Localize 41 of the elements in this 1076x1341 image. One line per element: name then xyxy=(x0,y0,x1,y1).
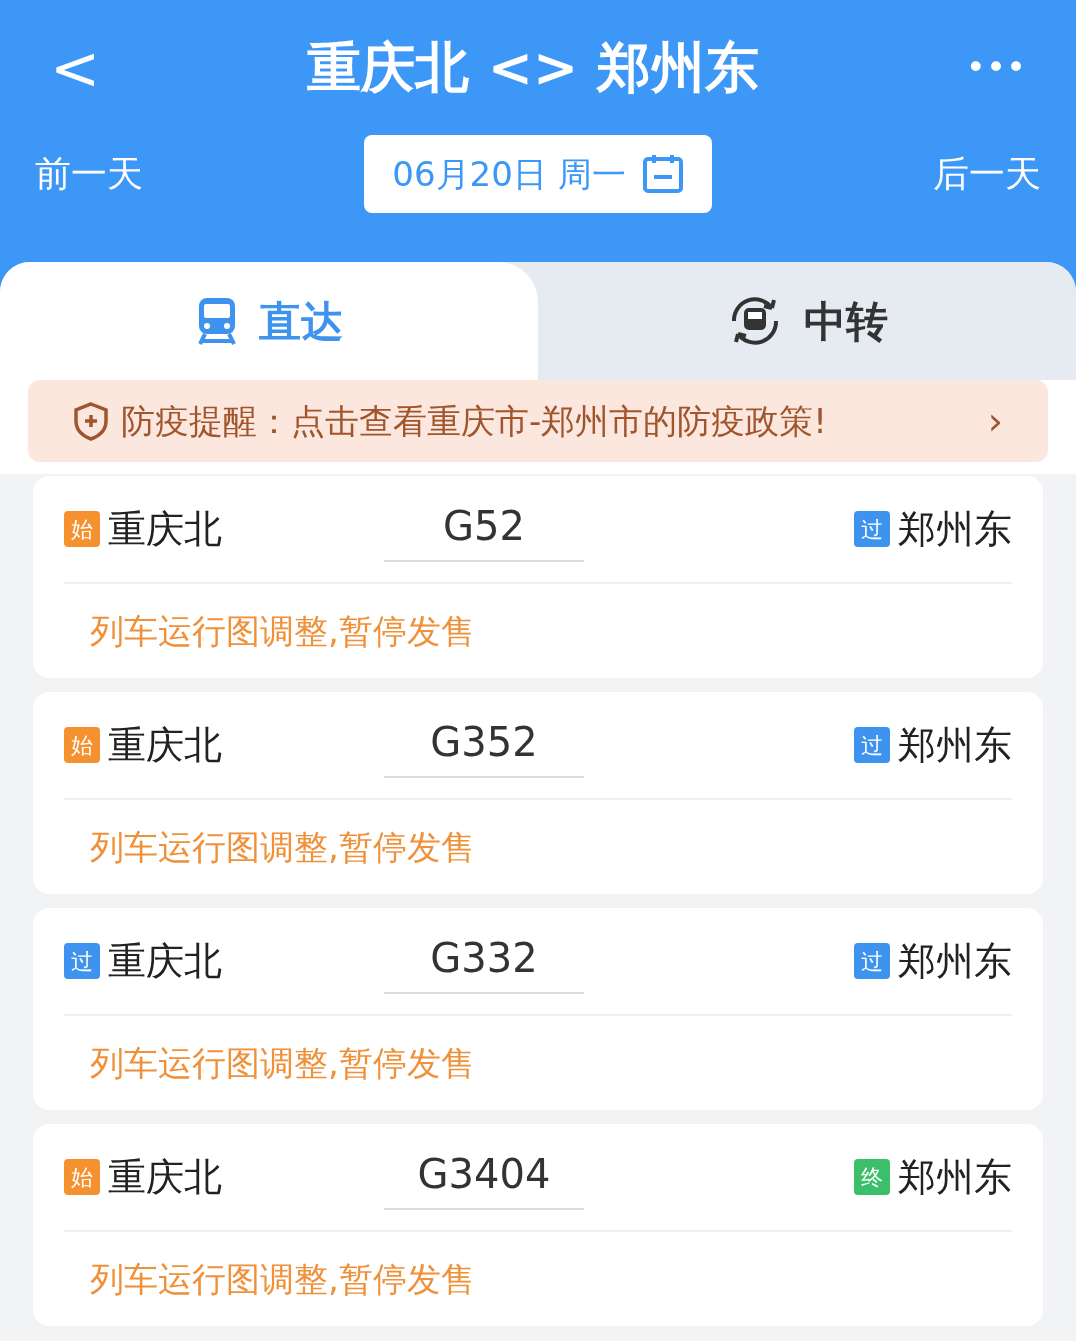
status-text: 列车运行图调整,暂停发售 xyxy=(90,1257,475,1301)
station-badge: 始 xyxy=(64,727,100,763)
shield-icon xyxy=(73,401,109,441)
station-badge: 始 xyxy=(64,1159,100,1195)
notice-text: 防疫提醒：点击查看重庆市-郑州市的防疫政策! xyxy=(121,399,828,443)
station-badge: 终 xyxy=(854,1159,890,1195)
station-badge: 始 xyxy=(64,511,100,547)
station-badge: 过 xyxy=(854,727,890,763)
calendar-icon xyxy=(641,153,684,195)
status-text: 列车运行图调整,暂停发售 xyxy=(90,609,475,653)
status-text: 列车运行图调整,暂停发售 xyxy=(90,825,475,869)
status-text: 列车运行图调整,暂停发售 xyxy=(90,1041,475,1085)
arrival-station: 郑州东 xyxy=(898,1153,1012,1201)
more-button[interactable]: ••• xyxy=(956,42,1026,93)
station-badge: 过 xyxy=(854,511,890,547)
station-badge: 过 xyxy=(854,943,890,979)
arrival-station: 郑州东 xyxy=(898,505,1012,553)
departure-station: 重庆北 xyxy=(108,937,222,985)
next-day-link[interactable]: 后一天 xyxy=(933,147,1041,201)
arrival-station: 郑州东 xyxy=(898,721,1012,769)
station-badge: 过 xyxy=(64,943,100,979)
arrival-station: 郑州东 xyxy=(898,937,1012,985)
train-card[interactable]: 始 重庆北 G352 过 郑州东 列车运行图调整,暂停发售 xyxy=(33,692,1043,894)
departure-station: 重庆北 xyxy=(108,505,222,553)
date-picker[interactable]: 06月20日 周一 xyxy=(364,135,712,213)
departure-station: 重庆北 xyxy=(108,721,222,769)
train-number: G352 xyxy=(384,712,584,778)
departure-station: 重庆北 xyxy=(108,1153,222,1201)
notice-banner[interactable]: 防疫提醒：点击查看重庆市-郑州市的防疫政策! › xyxy=(28,380,1048,462)
date-text: 06月20日 周一 xyxy=(392,152,626,196)
tab[interactable]: 直达 xyxy=(0,262,538,380)
train-number: G52 xyxy=(384,496,584,562)
previous-day-link[interactable]: 前一天 xyxy=(35,147,143,201)
train-card[interactable]: 过 重庆北 G332 过 郑州东 列车运行图调整,暂停发售 xyxy=(33,908,1043,1110)
train-card[interactable]: 始 重庆北 G52 过 郑州东 列车运行图调整,暂停发售 xyxy=(33,476,1043,678)
back-button[interactable]: < xyxy=(50,22,110,113)
train-number: G332 xyxy=(384,928,584,994)
page-title: 重庆北 <> 郑州东 xyxy=(306,35,760,101)
train-number: G3404 xyxy=(384,1144,584,1210)
train-card[interactable]: 始 重庆北 G3404 终 郑州东 列车运行图调整,暂停发售 xyxy=(33,1124,1043,1326)
chevron-icon: › xyxy=(987,392,1003,450)
